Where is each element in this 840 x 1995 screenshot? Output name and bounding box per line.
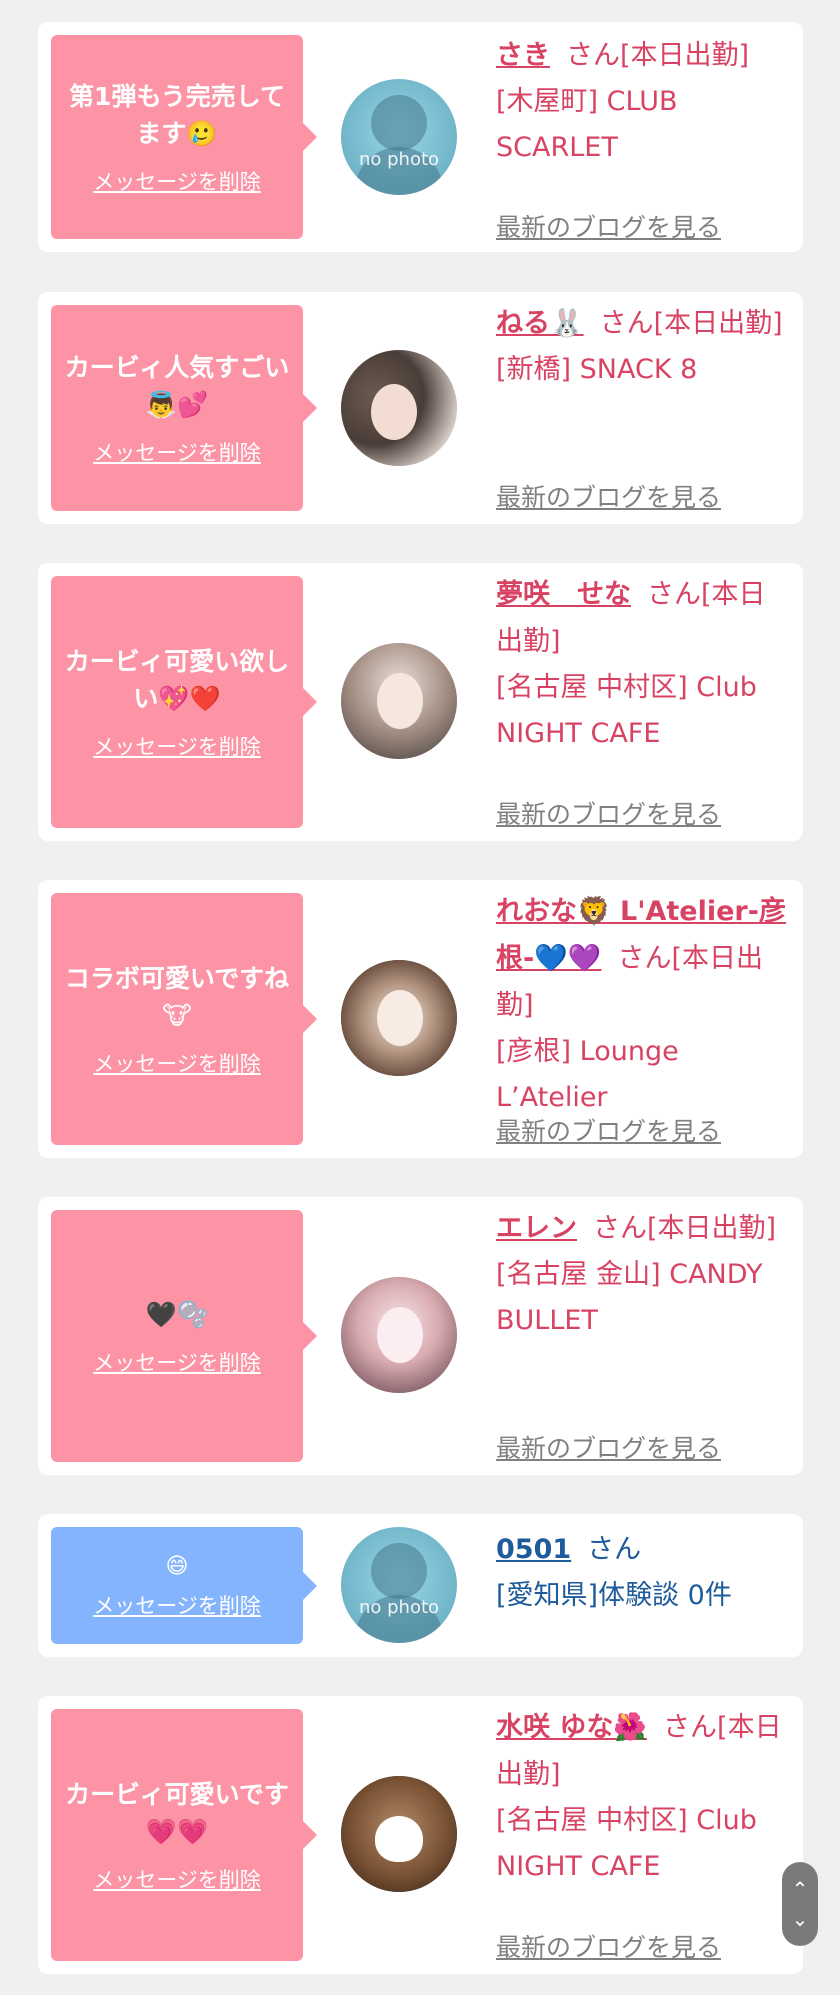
shop-name: [名古屋 中村区] Club NIGHT CAFE bbox=[496, 1805, 757, 1882]
delete-message-link[interactable]: メッセージを削除 bbox=[93, 731, 261, 761]
message-text: 第1弾もう完売してます🥲 bbox=[69, 82, 285, 148]
sender-info: れおな🦁 L'Atelier-彦根-💙💜 さん[本日出勤] [彦根] Lounge… bbox=[496, 888, 791, 1146]
message-card: カービィ人気すごい👼💕 メッセージを削除 ねる🐰 さん[本日出勤] [新橋] SN… bbox=[38, 292, 803, 524]
avatar[interactable] bbox=[341, 350, 457, 466]
avatar[interactable] bbox=[341, 643, 457, 759]
status-label: さん bbox=[587, 1534, 642, 1565]
blog-link[interactable]: 最新のブログを見る bbox=[496, 1429, 721, 1465]
message-card: カービィ可愛いです💗💗 メッセージを削除 水咲 ゆな🌺 さん[本日出勤] [名古屋… bbox=[38, 1696, 803, 1974]
silhouette-icon bbox=[371, 95, 427, 151]
message-card: カービィ可愛い欲しい💖❤️ メッセージを削除 夢咲 せな さん[本日出勤] [名古… bbox=[38, 563, 803, 841]
delete-message-link[interactable]: メッセージを削除 bbox=[93, 1590, 261, 1620]
message-text: 😄 bbox=[165, 1553, 189, 1579]
avatar[interactable]: no photo bbox=[341, 1527, 457, 1643]
sender-name-link[interactable]: ねる🐰 bbox=[496, 308, 584, 339]
message-bubble: コラボ可愛いですね🐮 メッセージを削除 bbox=[51, 893, 303, 1145]
blog-link[interactable]: 最新のブログを見る bbox=[496, 478, 721, 514]
message-feed: 第1弾もう完売してます🥲 メッセージを削除 no photo さき さん[本日出勤… bbox=[0, 0, 840, 1995]
sender-info: ねる🐰 さん[本日出勤] [新橋] SNACK 8 最新のブログを見る bbox=[496, 300, 791, 512]
status-label: さん[本日出勤] bbox=[593, 1213, 777, 1244]
message-bubble: 😄 メッセージを削除 bbox=[51, 1527, 303, 1644]
delete-message-link[interactable]: メッセージを削除 bbox=[93, 437, 261, 467]
avatar[interactable] bbox=[341, 960, 457, 1076]
message-bubble: カービィ可愛い欲しい💖❤️ メッセージを削除 bbox=[51, 576, 303, 828]
shop-name: [名古屋 中村区] Club NIGHT CAFE bbox=[496, 672, 757, 749]
sender-info: 夢咲 せな さん[本日出勤] [名古屋 中村区] Club NIGHT CAFE … bbox=[496, 571, 791, 829]
heart-icon bbox=[375, 1816, 423, 1862]
blog-link[interactable]: 最新のブログを見る bbox=[496, 1928, 721, 1964]
avatar[interactable] bbox=[341, 1776, 457, 1892]
sender-info: 0501 さん [愛知県]体験談 0件 bbox=[496, 1526, 791, 1619]
silhouette-icon bbox=[371, 1543, 427, 1599]
message-text: コラボ可愛いですね🐮 bbox=[64, 964, 290, 1030]
message-text: カービィ可愛い欲しい💖❤️ bbox=[64, 647, 290, 713]
sender-name-link[interactable]: さき bbox=[496, 40, 550, 71]
status-label: さん[本日出勤] bbox=[599, 308, 783, 339]
message-bubble: 🖤🫧 メッセージを削除 bbox=[51, 1210, 303, 1462]
delete-message-link[interactable]: メッセージを削除 bbox=[93, 1347, 261, 1377]
message-card: 🖤🫧 メッセージを削除 エレン さん[本日出勤] [名古屋 金山] CANDY B… bbox=[38, 1197, 803, 1475]
shop-name: [彦根] Lounge L’Atelier bbox=[496, 1036, 679, 1113]
avatar[interactable]: no photo bbox=[341, 79, 457, 195]
sender-info: エレン さん[本日出勤] [名古屋 金山] CANDY BULLET 最新のブログ… bbox=[496, 1205, 791, 1463]
avatar-photo bbox=[377, 673, 423, 729]
avatar-photo bbox=[377, 1307, 423, 1363]
shop-name: [新橋] SNACK 8 bbox=[496, 354, 698, 385]
message-card: 😄 メッセージを削除 no photo 0501 さん [愛知県]体験談 0件 bbox=[38, 1514, 803, 1657]
message-bubble: カービィ可愛いです💗💗 メッセージを削除 bbox=[51, 1709, 303, 1961]
delete-message-link[interactable]: メッセージを削除 bbox=[93, 1864, 261, 1894]
blog-link[interactable]: 最新のブログを見る bbox=[496, 208, 721, 244]
message-text: カービィ人気すごい👼💕 bbox=[64, 353, 290, 419]
sender-name-link[interactable]: エレン bbox=[496, 1213, 577, 1244]
sender-name-link[interactable]: 水咲 ゆな🌺 bbox=[496, 1712, 647, 1743]
delete-message-link[interactable]: メッセージを削除 bbox=[93, 166, 261, 196]
message-text: カービィ可愛いです💗💗 bbox=[65, 1780, 289, 1846]
delete-message-link[interactable]: メッセージを削除 bbox=[93, 1048, 261, 1078]
blog-link[interactable]: 最新のブログを見る bbox=[496, 1112, 721, 1148]
blog-link[interactable]: 最新のブログを見る bbox=[496, 795, 721, 831]
message-bubble: 第1弾もう完売してます🥲 メッセージを削除 bbox=[51, 35, 303, 239]
message-card: 第1弾もう完売してます🥲 メッセージを削除 no photo さき さん[本日出勤… bbox=[38, 22, 803, 252]
message-text: 🖤🫧 bbox=[145, 1299, 209, 1329]
message-card: コラボ可愛いですね🐮 メッセージを削除 れおな🦁 L'Atelier-彦根-💙💜… bbox=[38, 880, 803, 1158]
sender-info: 水咲 ゆな🌺 さん[本日出勤] [名古屋 中村区] Club NIGHT CAFE… bbox=[496, 1704, 791, 1962]
status-label: さん[本日出勤] bbox=[566, 40, 750, 71]
sender-info: さき さん[本日出勤] [木屋町] CLUB SCARLET 最新のブログを見る bbox=[496, 32, 791, 242]
scroll-control[interactable]: ⌃ ⌄ bbox=[782, 1862, 818, 1946]
message-bubble: カービィ人気すごい👼💕 メッセージを削除 bbox=[51, 305, 303, 511]
chevron-down-icon[interactable]: ⌄ bbox=[792, 1904, 809, 1934]
sender-name-link[interactable]: 夢咲 せな bbox=[496, 579, 631, 610]
shop-name: [愛知県]体験談 0件 bbox=[496, 1580, 732, 1611]
no-photo-label: no photo bbox=[358, 149, 440, 170]
shop-name: [木屋町] CLUB SCARLET bbox=[496, 86, 678, 163]
no-photo-label: no photo bbox=[358, 1597, 440, 1618]
chevron-up-icon[interactable]: ⌃ bbox=[792, 1874, 809, 1904]
avatar-photo bbox=[377, 990, 423, 1046]
shop-name: [名古屋 金山] CANDY BULLET bbox=[496, 1259, 763, 1336]
sender-name-link[interactable]: 0501 bbox=[496, 1534, 571, 1565]
avatar[interactable] bbox=[341, 1277, 457, 1393]
avatar-photo bbox=[371, 384, 417, 440]
